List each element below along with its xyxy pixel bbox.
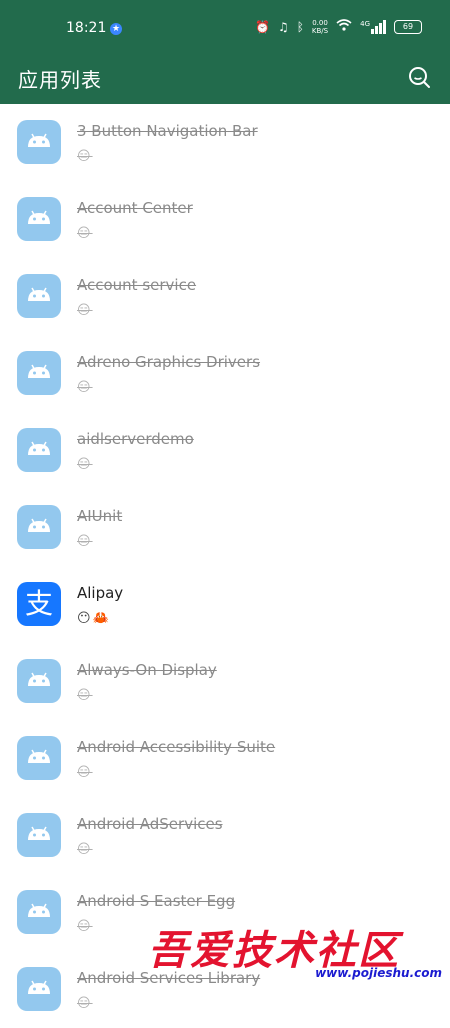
app-name: Account Center bbox=[77, 199, 193, 217]
android-app-icon bbox=[17, 813, 61, 857]
battery-icon: 69 bbox=[394, 19, 422, 34]
alipay-app-icon: 支 bbox=[17, 582, 61, 626]
app-name: 3 Button Navigation Bar bbox=[77, 122, 258, 140]
android-app-icon bbox=[17, 967, 61, 1011]
list-item-android-adservices[interactable]: Android AdServices 😑 bbox=[0, 797, 450, 874]
app-name: Alipay bbox=[77, 584, 124, 602]
status-bar: 18:21 ★ ⏰ ♫ ᛒ 0.00 KB/S 4G 69 bbox=[0, 0, 450, 56]
app-status-emoji: 😑 bbox=[77, 149, 93, 164]
list-item-android-services-library[interactable]: Android Services Library 😑 bbox=[0, 951, 450, 1028]
android-app-icon bbox=[17, 197, 61, 241]
app-bar: 应用列表 bbox=[0, 56, 450, 104]
app-name: aidlserverdemo bbox=[77, 430, 194, 448]
search-icon bbox=[409, 67, 430, 88]
network-type: 4G bbox=[360, 19, 370, 28]
status-icons: ⏰ ♫ ᛒ 0.00 KB/S 4G 69 bbox=[255, 18, 422, 35]
list-item-alipay[interactable]: 支 Alipay 😶🦀 bbox=[0, 566, 450, 643]
list-item-3-button-navigation-bar[interactable]: 3 Button Navigation Bar 😑 bbox=[0, 104, 450, 181]
app-name: Android Accessibility Suite bbox=[77, 738, 276, 756]
app-name: Android S Easter Egg bbox=[77, 892, 236, 910]
android-app-icon bbox=[17, 120, 61, 164]
signal-icon: 4G bbox=[360, 19, 386, 34]
network-speed-value: 0.00 bbox=[312, 18, 328, 27]
android-app-icon bbox=[17, 890, 61, 934]
list-item-aiunit[interactable]: AIUnit 😑 bbox=[0, 489, 450, 566]
network-speed: 0.00 KB/S bbox=[312, 19, 328, 35]
app-status-emoji: 😑 bbox=[77, 457, 93, 472]
page-title: 应用列表 bbox=[18, 68, 102, 92]
list-item-adreno-graphics-drivers[interactable]: Adreno Graphics Drivers 😑 bbox=[0, 335, 450, 412]
app-status-emoji: 😑 bbox=[77, 226, 93, 241]
app-notification-icon: ★ bbox=[110, 23, 122, 35]
music-icon: ♫ bbox=[277, 19, 289, 34]
android-app-icon bbox=[17, 428, 61, 472]
list-item-account-service[interactable]: Account service 😑 bbox=[0, 258, 450, 335]
app-status-emoji: 😑 bbox=[77, 303, 93, 318]
app-status-emoji: 😑 bbox=[77, 919, 93, 934]
list-item-android-accessibility-suite[interactable]: Android Accessibility Suite 😑 bbox=[0, 720, 450, 797]
app-name: Android AdServices bbox=[77, 815, 223, 833]
list-item-aidlserverdemo[interactable]: aidlserverdemo 😑 bbox=[0, 412, 450, 489]
android-app-icon bbox=[17, 659, 61, 703]
network-speed-unit: KB/S bbox=[311, 26, 329, 35]
app-status-emoji: 😑 bbox=[77, 688, 93, 703]
android-app-icon bbox=[17, 736, 61, 780]
list-item-account-center[interactable]: Account Center 😑 bbox=[0, 181, 450, 258]
app-status-emoji: 😑 bbox=[77, 996, 93, 1011]
app-name: Always-On Display bbox=[77, 661, 217, 679]
app-status-emoji: 😶🦀 bbox=[77, 611, 111, 626]
app-status-emoji: 😑 bbox=[77, 380, 93, 395]
list-item-always-on-display[interactable]: Always-On Display 😑 bbox=[0, 643, 450, 720]
android-app-icon bbox=[17, 351, 61, 395]
list-item-android-s-easter-egg[interactable]: Android S Easter Egg 😑 bbox=[0, 874, 450, 951]
alarm-icon: ⏰ bbox=[254, 19, 270, 34]
app-list: 3 Button Navigation Bar 😑 Account Center… bbox=[0, 104, 450, 1028]
app-name: Account service bbox=[77, 276, 197, 294]
android-app-icon bbox=[17, 505, 61, 549]
alipay-glyph: 支 bbox=[24, 587, 53, 620]
app-status-emoji: 😑 bbox=[77, 842, 93, 857]
app-name: AIUnit bbox=[77, 507, 123, 525]
app-name: Android Services Library bbox=[77, 969, 261, 987]
search-button[interactable] bbox=[406, 64, 432, 90]
status-time: 18:21 bbox=[66, 20, 107, 36]
app-status-emoji: 😑 bbox=[77, 765, 93, 780]
bluetooth-icon: ᛒ bbox=[296, 19, 304, 34]
wifi-icon bbox=[336, 18, 352, 35]
app-name: Adreno Graphics Drivers bbox=[77, 353, 261, 371]
app-status-emoji: 😑 bbox=[77, 534, 93, 549]
android-app-icon bbox=[17, 274, 61, 318]
